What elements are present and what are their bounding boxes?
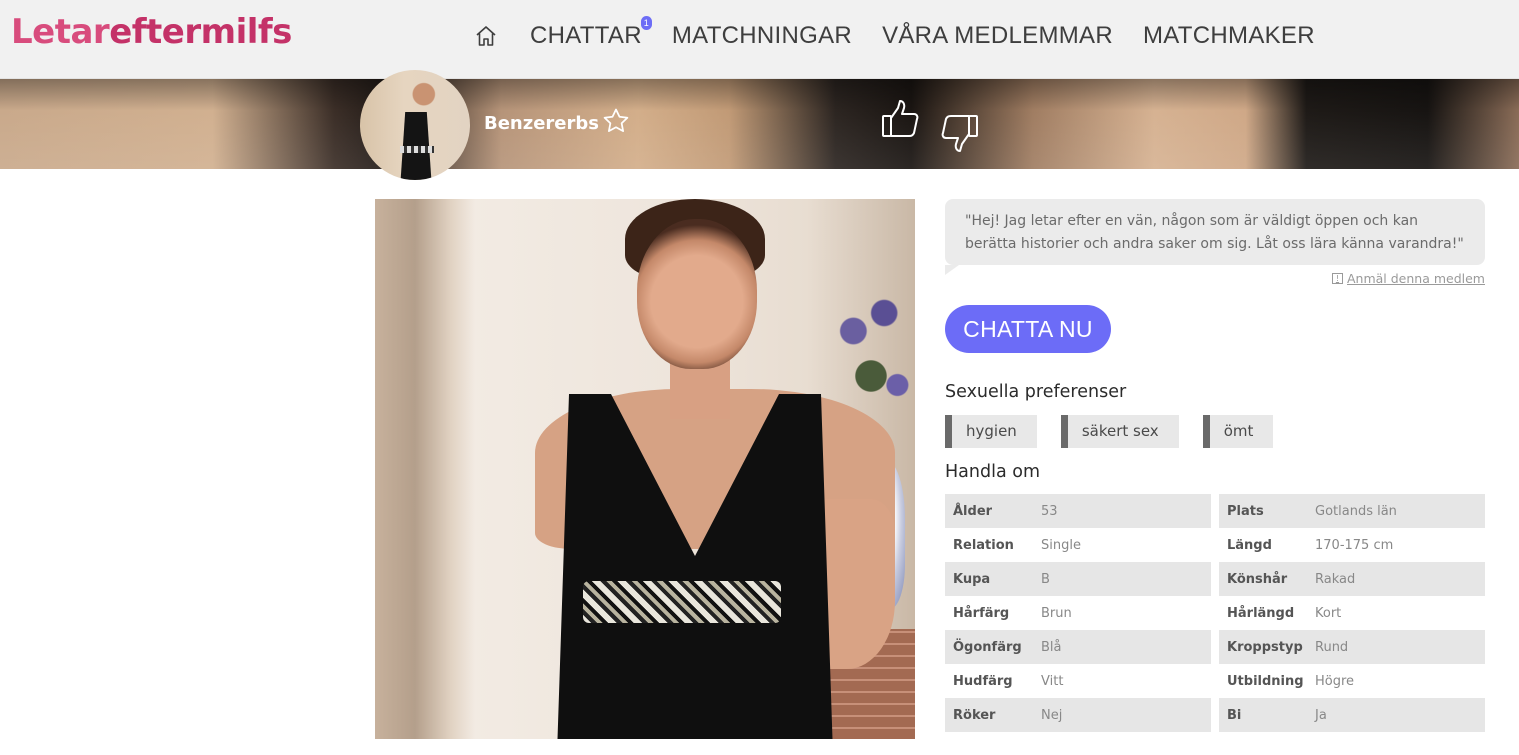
attr-label: Relation bbox=[953, 537, 1014, 553]
chat-now-button[interactable]: CHATTA NU bbox=[945, 305, 1111, 353]
table-row: Röker Nej Bi Ja bbox=[945, 698, 1485, 732]
attr-label: Hårfärg bbox=[953, 605, 1010, 621]
main-nav: CHATTAR 1 MATCHNINGAR VÅRA MEDLEMMAR MATC… bbox=[472, 16, 1345, 54]
attr-value: Nej bbox=[1041, 707, 1063, 723]
attr-value: Gotlands län bbox=[1315, 503, 1397, 519]
attr-value: Rund bbox=[1315, 639, 1349, 655]
logo-text-part2: eftermilfs bbox=[109, 12, 292, 52]
nav-label: CHATTAR bbox=[530, 22, 642, 49]
attr-label: Kroppstyp bbox=[1227, 639, 1303, 655]
table-row: Relation Single Längd 170-175 cm bbox=[945, 528, 1485, 562]
attr-label: Utbildning bbox=[1227, 673, 1304, 689]
profile-banner bbox=[0, 79, 1519, 169]
report-icon: ! bbox=[1331, 273, 1343, 284]
logo-text-part1: Letar bbox=[11, 12, 110, 52]
attr-value: Kort bbox=[1315, 605, 1342, 621]
thumbs-down-icon[interactable] bbox=[938, 112, 980, 154]
attr-label: Ålder bbox=[953, 503, 993, 519]
about-table: Ålder 53 Plats Gotlands län Relation Single… bbox=[945, 494, 1485, 732]
preference-tag: ömt bbox=[1202, 415, 1274, 448]
thumbs-up-icon[interactable] bbox=[880, 98, 922, 140]
table-row: Ålder 53 Plats Gotlands län bbox=[945, 494, 1485, 528]
attr-value: Blå bbox=[1041, 639, 1062, 655]
home-icon[interactable] bbox=[472, 22, 500, 50]
attr-label: Hårlängd bbox=[1227, 605, 1295, 621]
attr-value: Rakad bbox=[1315, 571, 1356, 587]
attr-value: Brun bbox=[1041, 605, 1072, 621]
attr-label: Könshår bbox=[1227, 571, 1288, 587]
attr-value: Ja bbox=[1315, 707, 1327, 723]
profile-username: Benzererbs bbox=[484, 113, 599, 134]
star-icon[interactable] bbox=[601, 106, 631, 136]
attr-value: Högre bbox=[1315, 673, 1355, 689]
preference-tag: säkert sex bbox=[1060, 415, 1179, 448]
report-member-link[interactable]: ! Anmäl denna medlem bbox=[1331, 271, 1485, 286]
preference-tag: hygien bbox=[945, 415, 1037, 448]
nav-item-matchmaker[interactable]: MATCHMAKER bbox=[1143, 22, 1315, 50]
top-navbar: Letareftermilfs CHATTAR 1 MATCHNINGAR VÅR… bbox=[0, 0, 1519, 79]
attr-label: Hudfärg bbox=[953, 673, 1013, 689]
table-row: Kupa B Könshår Rakad bbox=[945, 562, 1485, 596]
attr-label: Plats bbox=[1227, 503, 1264, 519]
attr-label: Kupa bbox=[953, 571, 991, 587]
attr-value: 53 bbox=[1041, 503, 1058, 519]
table-row: Ögonfärg Blå Kroppstyp Rund bbox=[945, 630, 1485, 664]
profile-photo[interactable] bbox=[375, 199, 915, 739]
attr-value: 170-175 cm bbox=[1315, 537, 1394, 553]
preferences-list: hygien säkert sex ömt bbox=[945, 415, 1297, 448]
attr-value: Single bbox=[1041, 537, 1081, 553]
profile-quote: "Hej! Jag letar efter en vän, någon som … bbox=[945, 199, 1485, 275]
about-title: Handla om bbox=[945, 462, 1040, 482]
nav-item-matchningar[interactable]: MATCHNINGAR bbox=[672, 22, 852, 50]
table-row: Hårfärg Brun Hårlängd Kort bbox=[945, 596, 1485, 630]
table-row: Hudfärg Vitt Utbildning Högre bbox=[945, 664, 1485, 698]
nav-item-vara-medlemmar[interactable]: VÅRA MEDLEMMAR bbox=[882, 22, 1113, 50]
preferences-title: Sexuella preferenser bbox=[945, 382, 1127, 402]
attr-label: Ögonfärg bbox=[953, 639, 1022, 655]
report-label: Anmäl denna medlem bbox=[1346, 271, 1485, 286]
attr-label: Längd bbox=[1227, 537, 1272, 553]
avatar[interactable] bbox=[360, 70, 470, 180]
attr-label: Röker bbox=[953, 707, 996, 723]
site-logo[interactable]: Letareftermilfs bbox=[11, 12, 292, 52]
chat-count-badge: 1 bbox=[640, 16, 652, 30]
attr-label: Bi bbox=[1227, 707, 1242, 723]
attr-value: Vitt bbox=[1041, 673, 1064, 689]
nav-item-chattar[interactable]: CHATTAR 1 bbox=[530, 16, 652, 50]
attr-value: B bbox=[1041, 571, 1050, 587]
